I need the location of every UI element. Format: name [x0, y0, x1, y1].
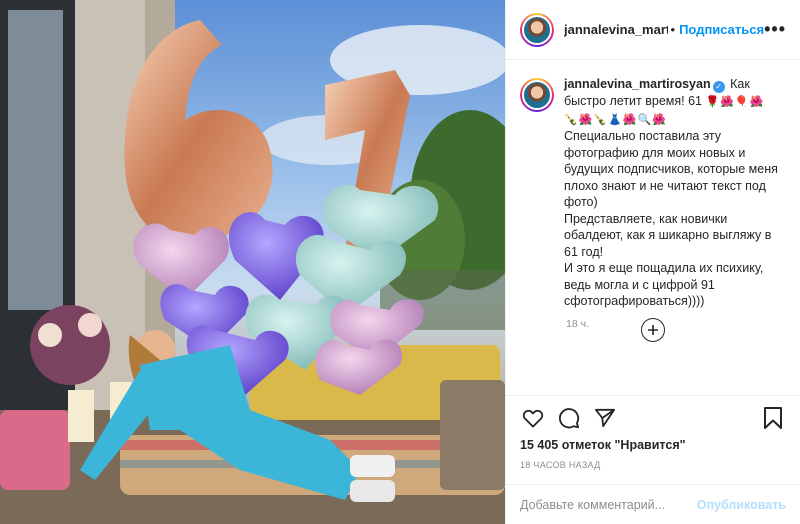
action-bar — [520, 396, 786, 440]
share-button[interactable] — [592, 405, 618, 431]
caption-time: 18 ч. — [566, 317, 589, 330]
heart-icon — [522, 409, 544, 428]
comment-button[interactable] — [556, 405, 582, 431]
follow-button[interactable]: Подписаться — [679, 22, 764, 37]
post-side-panel: jannalevina_martir • Подписаться ••• jan… — [505, 0, 800, 524]
more-options-icon[interactable]: ••• — [764, 19, 786, 40]
bookmark-icon — [764, 407, 782, 429]
comment-input[interactable]: Добавьте комментарий... — [520, 498, 697, 512]
caption-emoji-2: 🍾🌺🍾👗🌺🔍🌺 — [564, 113, 667, 126]
like-button[interactable] — [520, 405, 546, 431]
verified-icon: ✓ — [712, 81, 725, 93]
header-separator: • — [670, 22, 676, 37]
caption-emoji-1: 🌹🌺🎈🌺 — [705, 96, 765, 108]
comment-icon — [559, 408, 580, 429]
save-button[interactable] — [760, 405, 786, 431]
post-header: jannalevina_martir • Подписаться ••• — [506, 0, 800, 60]
caption-body-3: И это я еще пощадила их психику, ведь мо… — [564, 261, 764, 308]
post-timestamp[interactable]: 18 ЧАСОВ НАЗАД — [520, 460, 786, 470]
avatar-image — [522, 80, 552, 110]
caption-username[interactable]: jannalevina_martirosyan — [564, 77, 711, 91]
share-icon — [595, 408, 615, 428]
post-photo[interactable] — [0, 0, 505, 524]
avatar-image — [522, 14, 552, 45]
add-comment-bar: Добавьте комментарий... Опубликовать — [506, 484, 800, 524]
caption-body: Специально поставила эту фотографию для … — [564, 129, 778, 209]
publish-button[interactable]: Опубликовать — [697, 498, 786, 512]
plus-circle-icon — [648, 325, 658, 335]
caption-body-2: Представляете, как новички обалдеют, как… — [564, 211, 772, 259]
photo-illustration — [0, 0, 505, 524]
author-avatar[interactable] — [520, 12, 554, 47]
load-more-comments-button[interactable] — [641, 318, 665, 342]
instagram-post: jannalevina_martir • Подписаться ••• jan… — [0, 0, 800, 524]
post-actions-area: 15 405 отметок "Нравится" 18 ЧАСОВ НАЗАД — [506, 395, 800, 484]
post-caption: jannalevina_martirosyan ✓ Как быстро лети… — [520, 76, 786, 310]
caption-avatar[interactable] — [520, 78, 554, 112]
author-username[interactable]: jannalevina_martir — [564, 22, 668, 37]
comments-section[interactable]: jannalevina_martirosyan ✓ Как быстро лети… — [506, 60, 800, 395]
caption-text: jannalevina_martirosyan ✓ Как быстро лети… — [564, 76, 786, 310]
likes-count[interactable]: 15 405 отметок "Нравится" — [520, 438, 786, 452]
